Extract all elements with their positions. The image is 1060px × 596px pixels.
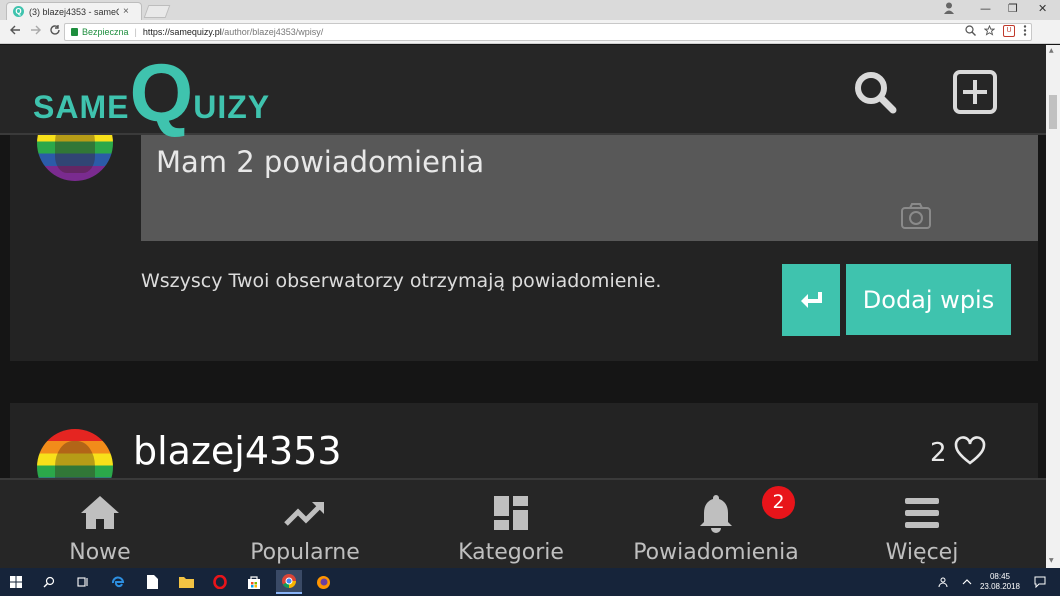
taskbar-clock[interactable]: 08:45 23.08.2018 — [978, 572, 1022, 592]
firefox-icon[interactable] — [313, 572, 333, 592]
url-host: https://samequizy.pl — [142, 27, 222, 37]
reload-icon[interactable] — [49, 24, 61, 39]
heart-icon[interactable] — [954, 436, 986, 466]
nav-label: Popularne — [250, 540, 360, 565]
trending-icon — [284, 502, 324, 526]
home-icon — [81, 496, 119, 529]
enter-button[interactable] — [782, 264, 840, 336]
site-header: same Q uizy — [0, 45, 1046, 135]
browser-menu-icon[interactable] — [1023, 25, 1027, 39]
profile-icon[interactable] — [944, 2, 954, 17]
like-count: 2 — [930, 438, 947, 468]
nav-powiadomienia[interactable]: Powiadomienia 2 — [628, 480, 804, 568]
store-icon[interactable] — [244, 572, 264, 592]
forward-icon[interactable] — [30, 24, 42, 39]
divider: | — [134, 27, 137, 37]
logo-text-same: same — [33, 76, 130, 128]
page-scrollbar[interactable]: ▲ ▼ — [1046, 45, 1060, 568]
post-author[interactable]: blazej4353 — [133, 429, 342, 473]
secure-label: Bezpieczna — [82, 27, 129, 37]
nav-nowe[interactable]: Nowe — [50, 480, 150, 568]
file-icon[interactable] — [142, 572, 162, 592]
nav-kategorie[interactable]: Kategorie — [446, 480, 576, 568]
tab-close-icon[interactable]: × — [123, 6, 129, 17]
nav-popularne[interactable]: Popularne — [230, 480, 380, 568]
nav-wiecej[interactable]: Więcej — [872, 480, 972, 568]
opera-icon[interactable] — [210, 572, 230, 592]
people-icon[interactable] — [934, 572, 954, 592]
windows-taskbar: 08:45 23.08.2018 — [0, 568, 1060, 596]
close-window-button[interactable]: ✕ — [1038, 2, 1047, 15]
edge-icon[interactable] — [108, 572, 128, 592]
compose-card: Mam 2 powiadomienia Wszyscy Twoi obserwa… — [10, 105, 1038, 361]
enter-arrow-icon — [801, 292, 822, 308]
logo-text-uizy: uizy — [193, 76, 271, 128]
browser-tab[interactable]: Q (3) blazej4353 - sameQui × — [6, 2, 142, 20]
url-path: /author/blazej4353/wpisy/ — [221, 27, 324, 37]
maximize-button[interactable]: ❐ — [1008, 2, 1018, 15]
favicon-icon: Q — [13, 6, 24, 17]
clock-time: 08:45 — [989, 572, 1011, 581]
add-post-button[interactable]: Dodaj wpis — [846, 264, 1011, 335]
zoom-icon[interactable] — [965, 25, 976, 39]
task-view-icon[interactable] — [73, 572, 93, 592]
new-tab-button[interactable] — [143, 5, 171, 18]
chrome-icon[interactable] — [276, 570, 302, 594]
scrollbar-thumb[interactable] — [1049, 95, 1057, 129]
plus-square-icon[interactable] — [952, 69, 998, 115]
lock-icon — [71, 28, 78, 36]
chevron-up-icon[interactable] — [957, 572, 977, 592]
post-input-text: Mam 2 powiadomienia — [156, 145, 485, 179]
samequizy-logo[interactable]: same Q uizy — [33, 48, 271, 140]
omnibox-icons: U — [965, 24, 1027, 39]
menu-icon — [905, 498, 939, 528]
browser-toolbar: Bezpieczna | https://samequizy.pl /autho… — [0, 20, 1060, 44]
scroll-up-icon[interactable]: ▲ — [1049, 47, 1054, 54]
notifications-icon[interactable] — [1030, 572, 1050, 592]
page-viewport: same Q uizy Mam 2 powiadomienia Wszyscy … — [0, 45, 1046, 568]
tab-title: (3) blazej4353 - sameQui — [29, 6, 119, 17]
search-taskbar-icon[interactable] — [39, 572, 59, 592]
extension-icon[interactable]: U — [1003, 25, 1015, 37]
scroll-down-icon[interactable]: ▼ — [1049, 557, 1054, 564]
logo-text-q: Q — [129, 48, 194, 140]
file-explorer-icon[interactable] — [176, 572, 196, 592]
bottom-navigation: Nowe Popularne Kategorie Powiadomienia 2… — [0, 478, 1046, 568]
search-icon[interactable] — [852, 69, 898, 115]
nav-label: Powiadomienia — [633, 540, 799, 565]
back-icon[interactable] — [9, 24, 21, 39]
clock-date: 23.08.2018 — [979, 582, 1021, 591]
windows-start-icon[interactable] — [6, 572, 26, 592]
camera-icon[interactable] — [900, 201, 932, 231]
address-bar[interactable]: Bezpieczna | https://samequizy.pl /autho… — [64, 23, 1032, 41]
nav-label: Więcej — [885, 540, 959, 565]
bell-icon — [700, 495, 732, 533]
post-input[interactable]: Mam 2 powiadomienia — [141, 135, 1038, 241]
minimize-button[interactable]: — — [980, 2, 991, 15]
star-icon[interactable] — [983, 24, 996, 39]
browser-tab-bar: Q (3) blazej4353 - sameQui × — ❐ ✕ — [0, 0, 1060, 20]
followers-notice: Wszyscy Twoi obserwatorzy otrzymają powi… — [141, 270, 662, 292]
nav-label: Nowe — [69, 540, 131, 565]
notification-badge: 2 — [762, 486, 795, 519]
grid-icon — [494, 496, 528, 530]
nav-label: Kategorie — [458, 540, 564, 565]
